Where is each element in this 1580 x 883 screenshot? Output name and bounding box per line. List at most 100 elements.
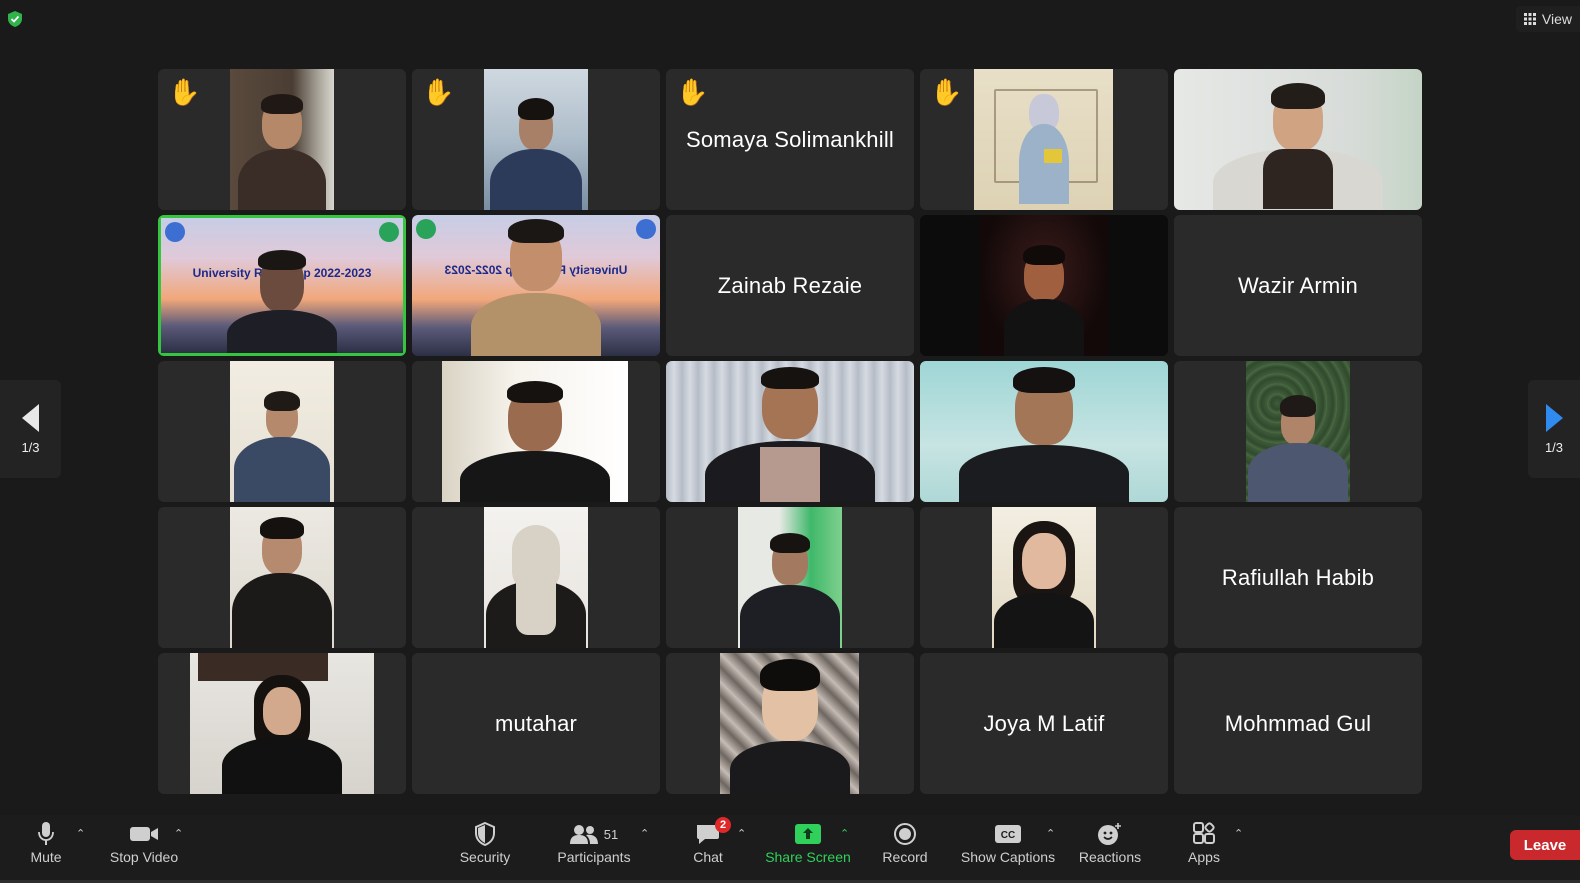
participant-tile-15[interactable]: [1174, 361, 1422, 502]
raised-hand-icon: ✋: [168, 77, 201, 107]
participant-tile-9[interactable]: [920, 215, 1168, 356]
reactions-smiley-icon: [1098, 823, 1121, 845]
mute-button[interactable]: Mute: [26, 819, 66, 875]
chat-label: Chat: [693, 849, 723, 865]
participant-tile-14[interactable]: [920, 361, 1168, 502]
participant-video: [484, 507, 588, 648]
participant-tile-19[interactable]: [920, 507, 1168, 648]
arrow-right-icon: [1546, 403, 1563, 432]
participant-tile-11[interactable]: [158, 361, 406, 502]
page-indicator-right: 1/3: [1544, 439, 1564, 455]
participants-options-caret-icon[interactable]: ⌃: [640, 827, 649, 840]
participant-tile-10[interactable]: Wazir Armin: [1174, 215, 1422, 356]
participant-video: [1246, 361, 1350, 502]
reactions-button[interactable]: Reactions: [1078, 819, 1142, 875]
participant-video: [190, 653, 374, 794]
apps-button[interactable]: Apps: [1186, 819, 1222, 875]
participant-tile-1[interactable]: ✋: [158, 69, 406, 210]
audio-options-caret-icon[interactable]: ⌃: [76, 827, 85, 840]
participant-tile-12[interactable]: [412, 361, 660, 502]
chat-button[interactable]: 2 Chat: [690, 817, 731, 875]
chat-options-caret-icon[interactable]: ⌃: [737, 827, 746, 840]
show-captions-button[interactable]: CC Show Captions: [960, 819, 1056, 875]
participant-video: [920, 361, 1168, 502]
raised-hand-icon: ✋: [930, 77, 963, 107]
participant-tile-21[interactable]: [158, 653, 406, 794]
closed-captions-icon: CC: [995, 825, 1021, 843]
video-options-caret-icon[interactable]: ⌃: [174, 827, 183, 840]
participant-tile-16[interactable]: [158, 507, 406, 648]
participant-tile-7[interactable]: University Researc ip 2022-2023: [412, 215, 660, 356]
view-button[interactable]: View: [1515, 6, 1580, 32]
participant-tile-13[interactable]: [666, 361, 914, 502]
participants-icon: [569, 825, 598, 844]
share-options-caret-icon[interactable]: ⌃: [840, 827, 849, 840]
share-screen-label: Share Screen: [765, 849, 851, 865]
participant-video: [738, 507, 842, 648]
participant-tile-2[interactable]: ✋: [412, 69, 660, 210]
encryption-shield-icon[interactable]: [6, 10, 24, 28]
participant-tile-8[interactable]: Zainab Rezaie: [666, 215, 914, 356]
participant-name: Zainab Rezaie: [717, 272, 863, 298]
participants-button[interactable]: 51 Participants: [554, 819, 634, 875]
security-label: Security: [459, 849, 511, 865]
top-bar: View: [0, 0, 1580, 40]
stop-video-button[interactable]: Stop Video: [108, 819, 180, 875]
participant-tile-25[interactable]: Mohmmad Gul: [1174, 653, 1422, 794]
view-label: View: [1541, 11, 1572, 27]
participant-tile-24[interactable]: Joya M Latif: [920, 653, 1168, 794]
participant-name: Mohmmad Gul: [1224, 710, 1372, 736]
record-icon: [894, 823, 916, 845]
captions-options-caret-icon[interactable]: ⌃: [1046, 827, 1055, 840]
participant-name: mutahar: [494, 710, 578, 736]
participant-tile-23[interactable]: [666, 653, 914, 794]
participant-video: [230, 69, 334, 210]
chat-unread-badge: 2: [715, 817, 731, 833]
participant-video: [974, 69, 1113, 210]
participant-tile-6-active-speaker[interactable]: University Resea hip 2022-2023: [158, 215, 406, 356]
participant-video: [1174, 69, 1422, 210]
share-screen-button[interactable]: Share Screen: [764, 819, 852, 875]
apps-label: Apps: [1188, 849, 1220, 865]
participant-video: [442, 361, 628, 502]
apps-options-caret-icon[interactable]: ⌃: [1234, 827, 1243, 840]
participants-count: 51: [603, 826, 619, 842]
page-indicator-left: 1/3: [21, 439, 40, 455]
grid-view-icon: [1523, 13, 1536, 25]
participant-tile-5[interactable]: [1174, 69, 1422, 210]
apps-icon: [1193, 822, 1215, 844]
video-gallery: ✋ ✋ ✋ Somaya Solimankhill ✋ University 2…: [158, 69, 1422, 794]
meeting-toolbar: Mute ⌃ Stop Video ⌃ Security 51 Particip…: [0, 815, 1580, 883]
raised-hand-icon: ✋: [676, 77, 709, 107]
mute-label: Mute: [30, 849, 62, 865]
participant-tile-22[interactable]: mutahar: [412, 653, 660, 794]
reactions-label: Reactions: [1078, 849, 1142, 865]
security-button[interactable]: Security: [456, 819, 514, 875]
record-button[interactable]: Record: [880, 819, 930, 875]
show-captions-label: Show Captions: [960, 849, 1056, 865]
participant-video: [484, 69, 588, 210]
previous-page-button[interactable]: 1/3: [0, 380, 61, 478]
security-shield-icon: [475, 822, 495, 846]
participants-label: Participants: [557, 849, 631, 865]
participant-tile-20[interactable]: Rafiullah Habib: [1174, 507, 1422, 648]
share-screen-icon: [795, 824, 821, 844]
participant-tile-18[interactable]: [666, 507, 914, 648]
participant-video: [980, 215, 1108, 356]
video-camera-icon: [130, 827, 158, 841]
record-label: Record: [882, 849, 928, 865]
next-page-button[interactable]: 1/3: [1528, 380, 1580, 478]
participant-name: Joya M Latif: [983, 710, 1105, 736]
participant-video: [666, 361, 914, 502]
raised-hand-icon: ✋: [422, 77, 455, 107]
participant-tile-17[interactable]: [412, 507, 660, 648]
participant-tile-4[interactable]: ✋: [920, 69, 1168, 210]
stop-video-label: Stop Video: [109, 849, 179, 865]
leave-button[interactable]: Leave: [1510, 830, 1580, 860]
participant-video: [720, 653, 859, 794]
participant-tile-3[interactable]: ✋ Somaya Solimankhill: [666, 69, 914, 210]
arrow-left-icon: [21, 403, 39, 432]
participant-video: University Resea hip 2022-2023: [161, 218, 403, 353]
participant-name: Wazir Armin: [1238, 272, 1358, 298]
participant-video: [230, 507, 334, 648]
